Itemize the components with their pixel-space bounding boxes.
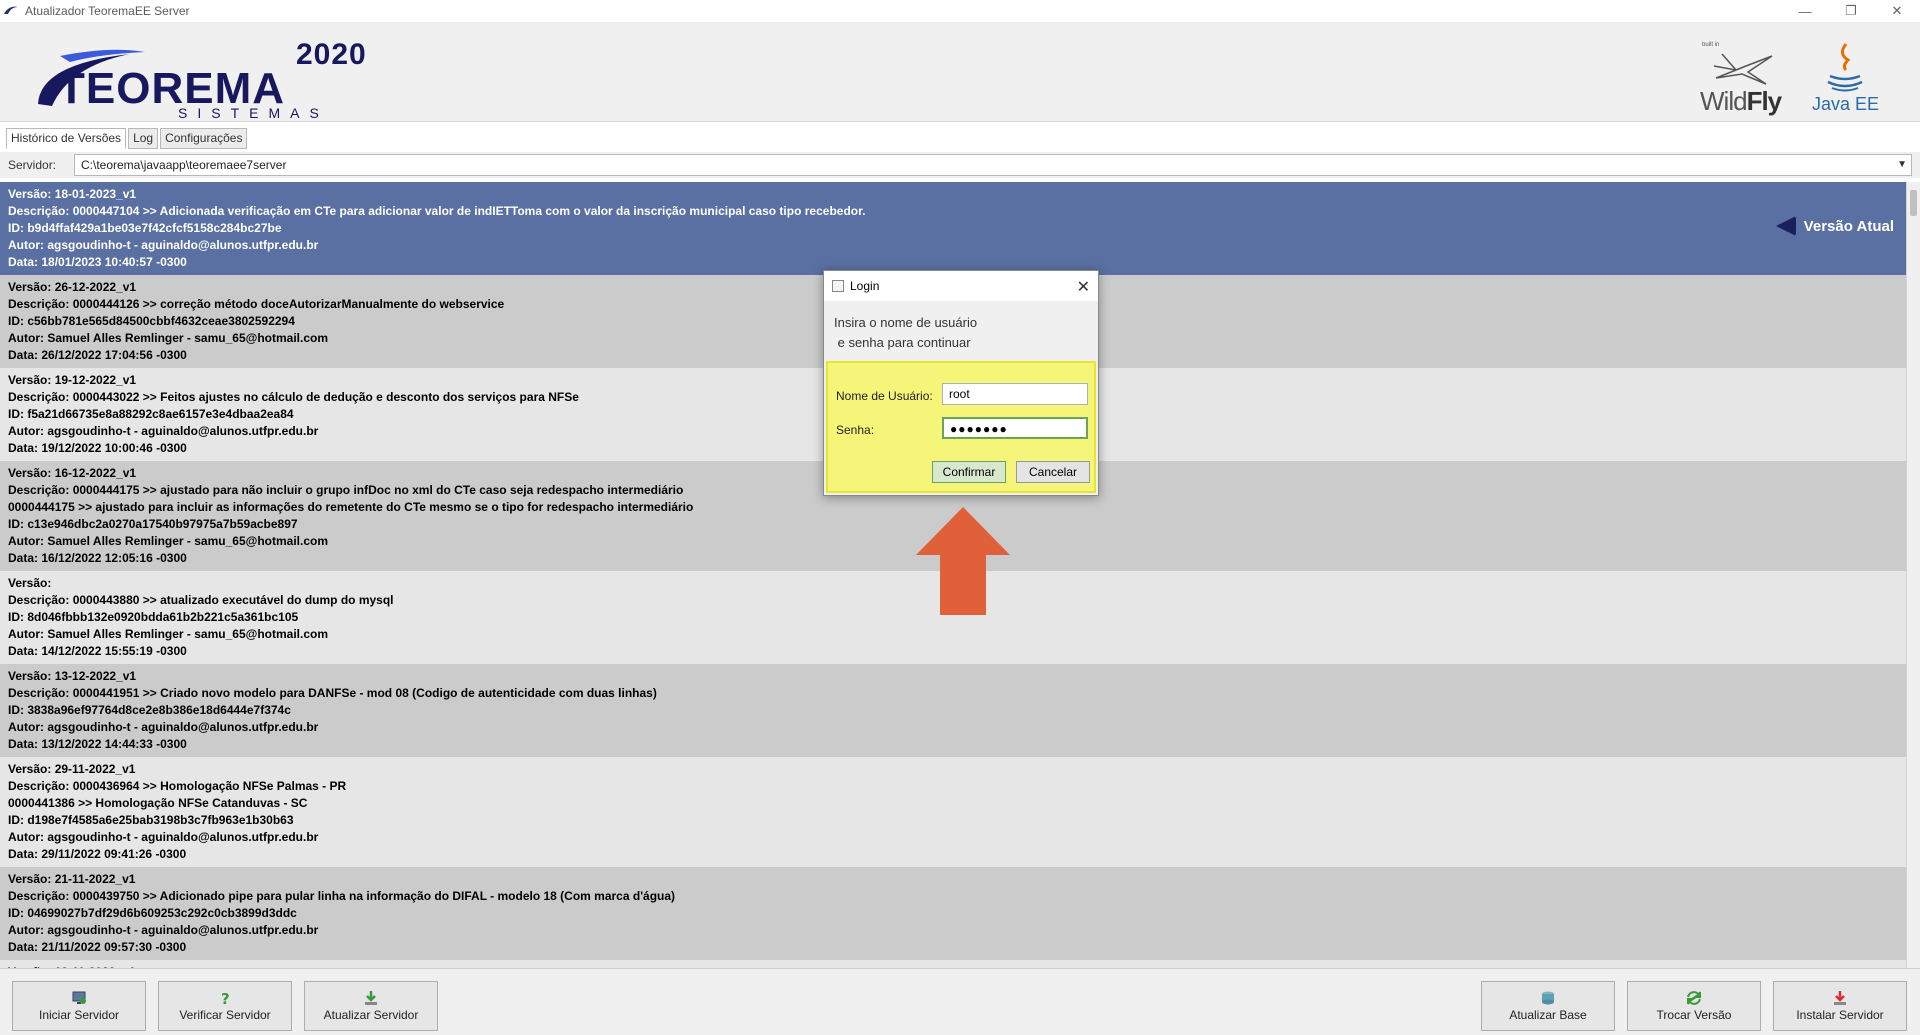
refresh-icon [1687,991,1701,1005]
java-cup-icon [1827,43,1863,92]
dialog-close-icon[interactable]: ✕ [1077,277,1090,297]
current-version-icon [1775,216,1796,236]
server-select[interactable]: C:\teorema\javaapp\teoremaee7server ▼ [74,154,1912,176]
install-server-button[interactable]: Instalar Servidor [1773,981,1907,1031]
login-form-highlight: Nome de Usuário: root Senha: ●●●●●●● Con… [826,361,1096,493]
version-author: Autor: Samuel Alles Remlinger - samu_65@… [8,627,329,641]
title-bar: Atualizador TeoremaEE Server — ❐ ✕ [0,0,1920,22]
cancel-button[interactable]: Cancelar [1016,461,1090,483]
version-date: Data: 13/12/2022 14:44:33 -0300 [8,737,187,751]
wildfly-logo: built in WildFly [1700,40,1790,120]
username-input[interactable]: root [942,383,1088,405]
login-dialog: Login ✕ Insira o nome de usuário e senha… [823,270,1099,496]
version-author: Autor: agsgoudinho-t - aguinaldo@alunos.… [8,923,319,937]
download-icon [365,991,377,1005]
scrollbar-thumb[interactable] [1910,190,1917,216]
list-scrollbar[interactable] [1906,182,1920,968]
username-label: Nome de Usuário: [836,389,933,403]
header: 2020 TEOREMA SISTEMAS built in WildFly J… [0,22,1920,122]
version-description: Descrição: 0000436964 >> Homologação NFS… [8,779,347,793]
version-id: ID: d198e7f4585a6e25bab3198b3c7fb963e1b3… [8,813,294,827]
window-controls: — ❐ ✕ [1782,0,1920,22]
server-path: C:\teorema\javaapp\teoremaee7server [81,158,287,172]
svg-text:?: ? [221,990,230,1006]
version-id: ID: b9d4ffaf429a1be03e7f42cfcf5158c284bc… [8,221,282,235]
start-server-button[interactable]: Iniciar Servidor [12,981,146,1031]
version-id: ID: 3838a96ef97764d8ce2e8b386e18d6444e7f… [8,703,291,717]
version-label: Versão: 29-11-2022_v1 [8,762,136,776]
logo-subtitle: SISTEMAS [178,105,329,121]
swap-version-button[interactable]: Trocar Versão [1627,981,1761,1031]
version-date: Data: 29/11/2022 09:41:26 -0300 [8,847,187,861]
wildfly-text: WildFly [1700,86,1782,116]
database-icon [1542,991,1554,1005]
version-date: Data: 18/01/2023 10:40:57 -0300 [8,255,187,269]
install-icon [1834,991,1846,1005]
close-button[interactable]: ✕ [1874,0,1920,22]
tab-log[interactable]: Log [128,128,159,149]
annotation-arrow-icon [916,507,1010,615]
current-version-badge: Versão Atual [1775,216,1894,236]
version-label: Versão: 21-11-2022_v1 [8,872,136,886]
tab-configuracoes[interactable]: Configurações [160,128,248,149]
version-description: Descrição: 0000441951 >> Criado novo mod… [8,686,657,700]
minimize-button[interactable]: — [1782,0,1828,22]
window-title: Atualizador TeoremaEE Server [25,4,190,18]
dialog-message: Insira o nome de usuário e senha para co… [834,315,978,350]
version-row[interactable]: Versão: 29-11-2022_v1 Descrição: 00004369… [0,757,1906,867]
confirm-button[interactable]: Confirmar [932,461,1006,483]
tab-historico[interactable]: Histórico de Versões [6,128,127,149]
version-author: Autor: agsgoudinho-t - aguinaldo@alunos.… [8,238,319,252]
version-description: Descrição: 0000447104 >> Adicionada veri… [8,204,866,218]
version-author: Autor: agsgoudinho-t - aguinaldo@alunos.… [8,720,319,734]
restore-button[interactable]: ❐ [1828,0,1874,22]
tab-bar: Histórico de Versões Log Configurações [6,128,249,149]
teorema-logo: 2020 TEOREMA SISTEMAS [30,30,380,121]
update-base-button[interactable]: Atualizar Base [1481,981,1615,1031]
javaee-text: Java EE [1812,94,1880,114]
password-input[interactable]: ●●●●●●● [942,417,1088,439]
dialog-title-bar: Login ✕ [824,271,1098,301]
version-id: ID: 04699027b7df29d6b609253c292c0cb3899d… [8,906,297,920]
dialog-title: Login [850,279,880,293]
version-row[interactable]: Versão: 21-11-2022_v1 Descrição: 00004397… [0,867,1906,960]
version-row[interactable]: Versão: 09-11-2022_v1 [0,960,1906,968]
update-server-button[interactable]: Atualizar Servidor [304,981,438,1031]
version-description: 0000441386 >> Homologação NFSe Catanduva… [8,796,308,810]
server-row: Servidor: C:\teorema\javaapp\teoremaee7s… [0,152,1920,178]
javaee-logo: Java EE [1810,40,1880,120]
version-date: Data: 14/12/2022 15:55:19 -0300 [8,644,187,658]
dialog-window-icon [832,280,844,292]
version-author: Autor: agsgoudinho-t - aguinaldo@alunos.… [8,830,319,844]
version-description: Descrição: 0000439750 >> Adicionado pipe… [8,889,676,903]
monitor-icon [72,991,86,1004]
bottom-toolbar: Iniciar Servidor ? Verificar Servidor At… [0,968,1920,1035]
password-label: Senha: [836,423,875,437]
verify-server-button[interactable]: ? Verificar Servidor [158,981,292,1031]
version-label: Versão: 13-12-2022_v1 [8,669,137,683]
question-icon: ? [221,990,230,1006]
version-row[interactable]: Versão: 13-12-2022_v1 Descrição: 00004419… [0,664,1906,757]
version-label: Versão: 18-01-2023_v1 [8,187,137,201]
version-date: Data: 21/11/2022 09:57:30 -0300 [8,940,187,954]
app-icon [4,6,18,14]
version-row[interactable]: Versão: 18-01-2023_v1 Descrição: 00004471… [0,182,1906,275]
logo-year: 2020 [296,38,367,71]
server-label: Servidor: [8,158,57,172]
chevron-down-icon[interactable]: ▼ [1897,155,1907,175]
